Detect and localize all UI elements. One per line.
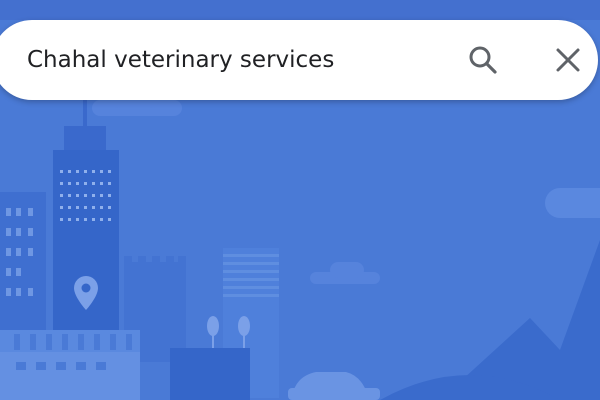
building-colonnade bbox=[0, 330, 140, 400]
building-left bbox=[0, 192, 46, 342]
close-icon bbox=[556, 48, 580, 72]
cloud bbox=[545, 188, 600, 218]
search-icon bbox=[469, 46, 497, 74]
clear-button[interactable] bbox=[546, 38, 590, 82]
search-bar[interactable]: Chahal veterinary services bbox=[0, 20, 598, 100]
search-input[interactable]: Chahal veterinary services bbox=[27, 20, 334, 100]
search-button[interactable] bbox=[461, 38, 505, 82]
